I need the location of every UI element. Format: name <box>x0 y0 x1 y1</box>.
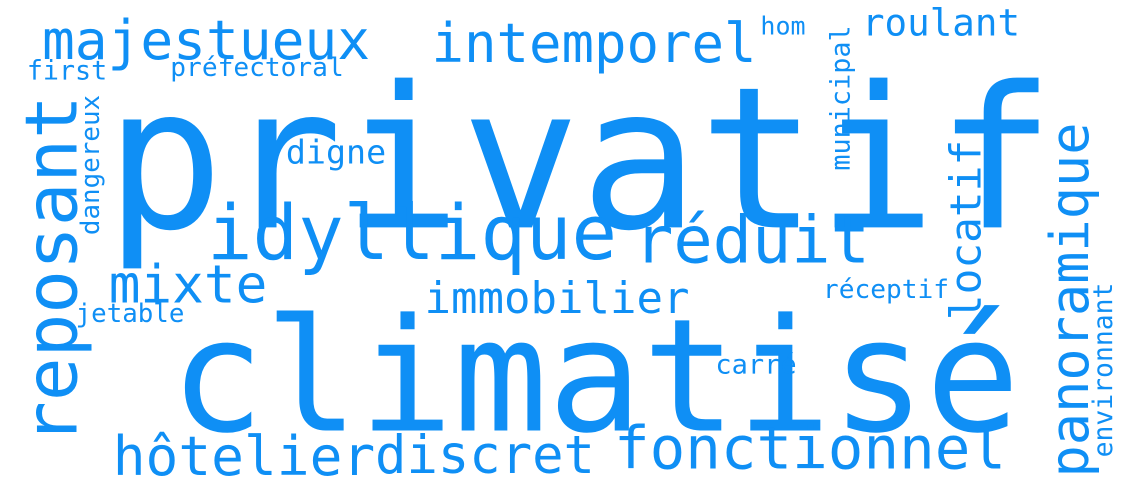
word-dangereux: dangereux <box>79 95 105 235</box>
word-cloud: privatif climatisé idyllique réduit fonc… <box>0 0 1130 492</box>
word-immobilier: immobilier <box>425 277 690 321</box>
word-hotelier: hôtelier <box>113 429 376 484</box>
word-municipal: municipal <box>829 25 856 170</box>
word-reduit: réduit <box>634 208 870 273</box>
word-receptif: réceptif <box>823 277 949 303</box>
word-roulant: roulant <box>862 4 1020 42</box>
word-intemporel: intemporel <box>431 17 756 71</box>
word-environnant: environnant <box>1091 283 1117 458</box>
word-discret: discret <box>375 430 595 482</box>
word-first: first <box>27 59 107 86</box>
word-fonctionnel: fonctionnel <box>614 418 1006 477</box>
word-prefectoral: préfectoral <box>170 55 343 81</box>
word-hom: hom <box>760 14 805 39</box>
word-carre: carré <box>715 352 796 379</box>
word-digne: digne <box>286 135 386 168</box>
word-idyllique: idyllique <box>207 196 617 272</box>
word-locatif: locatif <box>946 140 989 320</box>
